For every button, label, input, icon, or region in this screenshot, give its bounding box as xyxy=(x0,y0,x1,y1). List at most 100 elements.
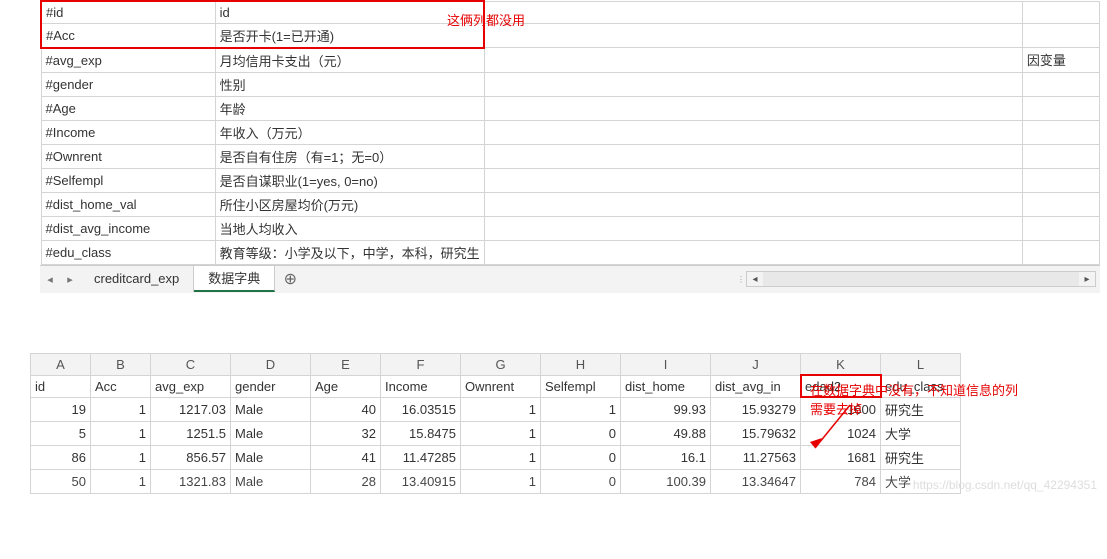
dict-note-cell[interactable] xyxy=(1022,168,1099,192)
dict-desc-cell[interactable]: 当地人均收入 xyxy=(215,216,484,240)
data-cell[interactable]: 1 xyxy=(91,445,151,469)
dict-field-cell[interactable]: #gender xyxy=(41,72,215,96)
data-cell[interactable]: 16.03515 xyxy=(381,397,461,421)
header-cell-Age[interactable]: Age xyxy=(311,375,381,397)
dict-note-cell[interactable] xyxy=(1022,216,1099,240)
header-cell-gender[interactable]: gender xyxy=(231,375,311,397)
dict-note-cell[interactable] xyxy=(1022,240,1099,264)
data-cell[interactable]: 856.57 xyxy=(151,445,231,469)
column-letter-H[interactable]: H xyxy=(541,353,621,375)
dict-field-cell[interactable]: #avg_exp xyxy=(41,48,215,73)
empty-cell[interactable] xyxy=(484,240,1022,264)
dict-field-cell[interactable]: #dist_home_val xyxy=(41,192,215,216)
empty-cell[interactable] xyxy=(484,120,1022,144)
data-cell[interactable]: 1 xyxy=(461,397,541,421)
empty-cell[interactable] xyxy=(484,48,1022,73)
dict-desc-cell[interactable]: 是否开卡(1=已开通) xyxy=(215,23,484,48)
data-cell[interactable]: 15.79632 xyxy=(711,421,801,445)
dict-row[interactable]: #avg_exp月均信用卡支出（元） 因变量 xyxy=(41,48,1100,73)
dict-desc-cell[interactable]: 教育等级：小学及以下，中学，本科，研究生 xyxy=(215,240,484,264)
dict-row[interactable]: #Ownrent是否自有住房（有=1；无=0） xyxy=(41,144,1100,168)
tab-data-dictionary[interactable]: 数据字典 xyxy=(194,266,275,292)
dict-note-cell[interactable] xyxy=(1022,1,1099,23)
data-cell[interactable]: 1 xyxy=(461,421,541,445)
data-cell[interactable]: 100.39 xyxy=(621,469,711,493)
tab-nav-first[interactable]: ◂ xyxy=(40,266,60,292)
data-cell[interactable]: Male xyxy=(231,469,311,493)
scroll-split-icon[interactable]: ⋮ xyxy=(736,275,746,284)
dict-desc-cell[interactable]: id xyxy=(215,1,484,23)
data-cell[interactable]: 1 xyxy=(461,445,541,469)
data-cell[interactable]: 40 xyxy=(311,397,381,421)
dict-row[interactable]: #Acc是否开卡(1=已开通) xyxy=(41,23,1100,48)
data-cell[interactable]: 11.27563 xyxy=(711,445,801,469)
empty-cell[interactable] xyxy=(484,72,1022,96)
dict-desc-cell[interactable]: 是否自有住房（有=1；无=0） xyxy=(215,144,484,168)
dict-row[interactable]: #dist_home_val所住小区房屋均价(万元) xyxy=(41,192,1100,216)
data-cell[interactable]: 99.93 xyxy=(621,397,711,421)
header-cell-dist_home_val[interactable]: dist_home xyxy=(621,375,711,397)
header-cell-Selfempl[interactable]: Selfempl xyxy=(541,375,621,397)
data-cell[interactable]: 1 xyxy=(91,397,151,421)
dict-field-cell[interactable]: #id xyxy=(41,1,215,23)
dict-field-cell[interactable]: #Income xyxy=(41,120,215,144)
table-row[interactable]: 5011321.83Male2813.4091510100.3913.34647… xyxy=(31,469,961,493)
data-cell[interactable]: 13.40915 xyxy=(381,469,461,493)
dict-desc-cell[interactable]: 所住小区房屋均价(万元) xyxy=(215,192,484,216)
dict-row[interactable]: #idid xyxy=(41,1,1100,23)
column-letter-F[interactable]: F xyxy=(381,353,461,375)
column-letter-E[interactable]: E xyxy=(311,353,381,375)
data-cell[interactable]: 15.93279 xyxy=(711,397,801,421)
header-cell-dist_avg_income[interactable]: dist_avg_in xyxy=(711,375,801,397)
column-letter-L[interactable]: L xyxy=(881,353,961,375)
empty-cell[interactable] xyxy=(484,144,1022,168)
tab-add-sheet[interactable]: ⊕ xyxy=(275,269,305,289)
scroll-right-button[interactable]: ▸ xyxy=(1079,272,1095,286)
dict-field-cell[interactable]: #Age xyxy=(41,96,215,120)
dict-field-cell[interactable]: #Selfempl xyxy=(41,168,215,192)
data-cell[interactable]: 86 xyxy=(31,445,91,469)
data-cell[interactable]: 1 xyxy=(91,469,151,493)
column-letter-C[interactable]: C xyxy=(151,353,231,375)
tab-creditcard-exp[interactable]: creditcard_exp xyxy=(80,266,194,292)
data-cell[interactable]: Male xyxy=(231,421,311,445)
data-cell[interactable]: 32 xyxy=(311,421,381,445)
dict-row[interactable]: #Income年收入（万元） xyxy=(41,120,1100,144)
data-cell[interactable]: 研究生 xyxy=(881,445,961,469)
data-cell[interactable]: 19 xyxy=(31,397,91,421)
empty-cell[interactable] xyxy=(484,23,1022,48)
empty-cell[interactable] xyxy=(484,168,1022,192)
data-cell[interactable]: 1321.83 xyxy=(151,469,231,493)
column-letter-J[interactable]: J xyxy=(711,353,801,375)
scroll-left-button[interactable]: ◂ xyxy=(747,272,763,286)
data-cell[interactable]: 11.47285 xyxy=(381,445,461,469)
data-cell[interactable]: 784 xyxy=(801,469,881,493)
data-cell[interactable]: 1251.5 xyxy=(151,421,231,445)
dict-row[interactable]: #dist_avg_income当地人均收入 xyxy=(41,216,1100,240)
dict-desc-cell[interactable]: 性别 xyxy=(215,72,484,96)
empty-cell[interactable] xyxy=(484,96,1022,120)
dictionary-table[interactable]: #idid#Acc是否开卡(1=已开通)#avg_exp月均信用卡支出（元） 因变… xyxy=(40,0,1100,265)
data-cell[interactable]: 41 xyxy=(311,445,381,469)
column-letter-A[interactable]: A xyxy=(31,353,91,375)
dict-row[interactable]: #edu_class教育等级：小学及以下，中学，本科，研究生 xyxy=(41,240,1100,264)
dict-desc-cell[interactable]: 年龄 xyxy=(215,96,484,120)
dict-desc-cell[interactable]: 是否自谋职业(1=yes, 0=no) xyxy=(215,168,484,192)
tab-nav-prev[interactable]: ▸ xyxy=(60,266,80,292)
dict-note-cell[interactable]: 因变量 xyxy=(1022,48,1099,73)
data-cell[interactable]: 1 xyxy=(541,397,621,421)
data-cell[interactable]: 50 xyxy=(31,469,91,493)
header-cell-id[interactable]: id xyxy=(31,375,91,397)
dict-desc-cell[interactable]: 月均信用卡支出（元） xyxy=(215,48,484,73)
header-cell-Acc[interactable]: Acc xyxy=(91,375,151,397)
column-letter-K[interactable]: K xyxy=(801,353,881,375)
header-cell-avg_exp[interactable]: avg_exp xyxy=(151,375,231,397)
data-cell[interactable]: 大学 xyxy=(881,421,961,445)
data-cell[interactable]: 0 xyxy=(541,445,621,469)
data-cell[interactable]: 16.1 xyxy=(621,445,711,469)
dict-note-cell[interactable] xyxy=(1022,72,1099,96)
column-letter-I[interactable]: I xyxy=(621,353,711,375)
horizontal-scrollbar[interactable]: ⋮ ◂ ▸ xyxy=(305,271,1100,287)
dict-row[interactable]: #gender性别 xyxy=(41,72,1100,96)
empty-cell[interactable] xyxy=(484,216,1022,240)
